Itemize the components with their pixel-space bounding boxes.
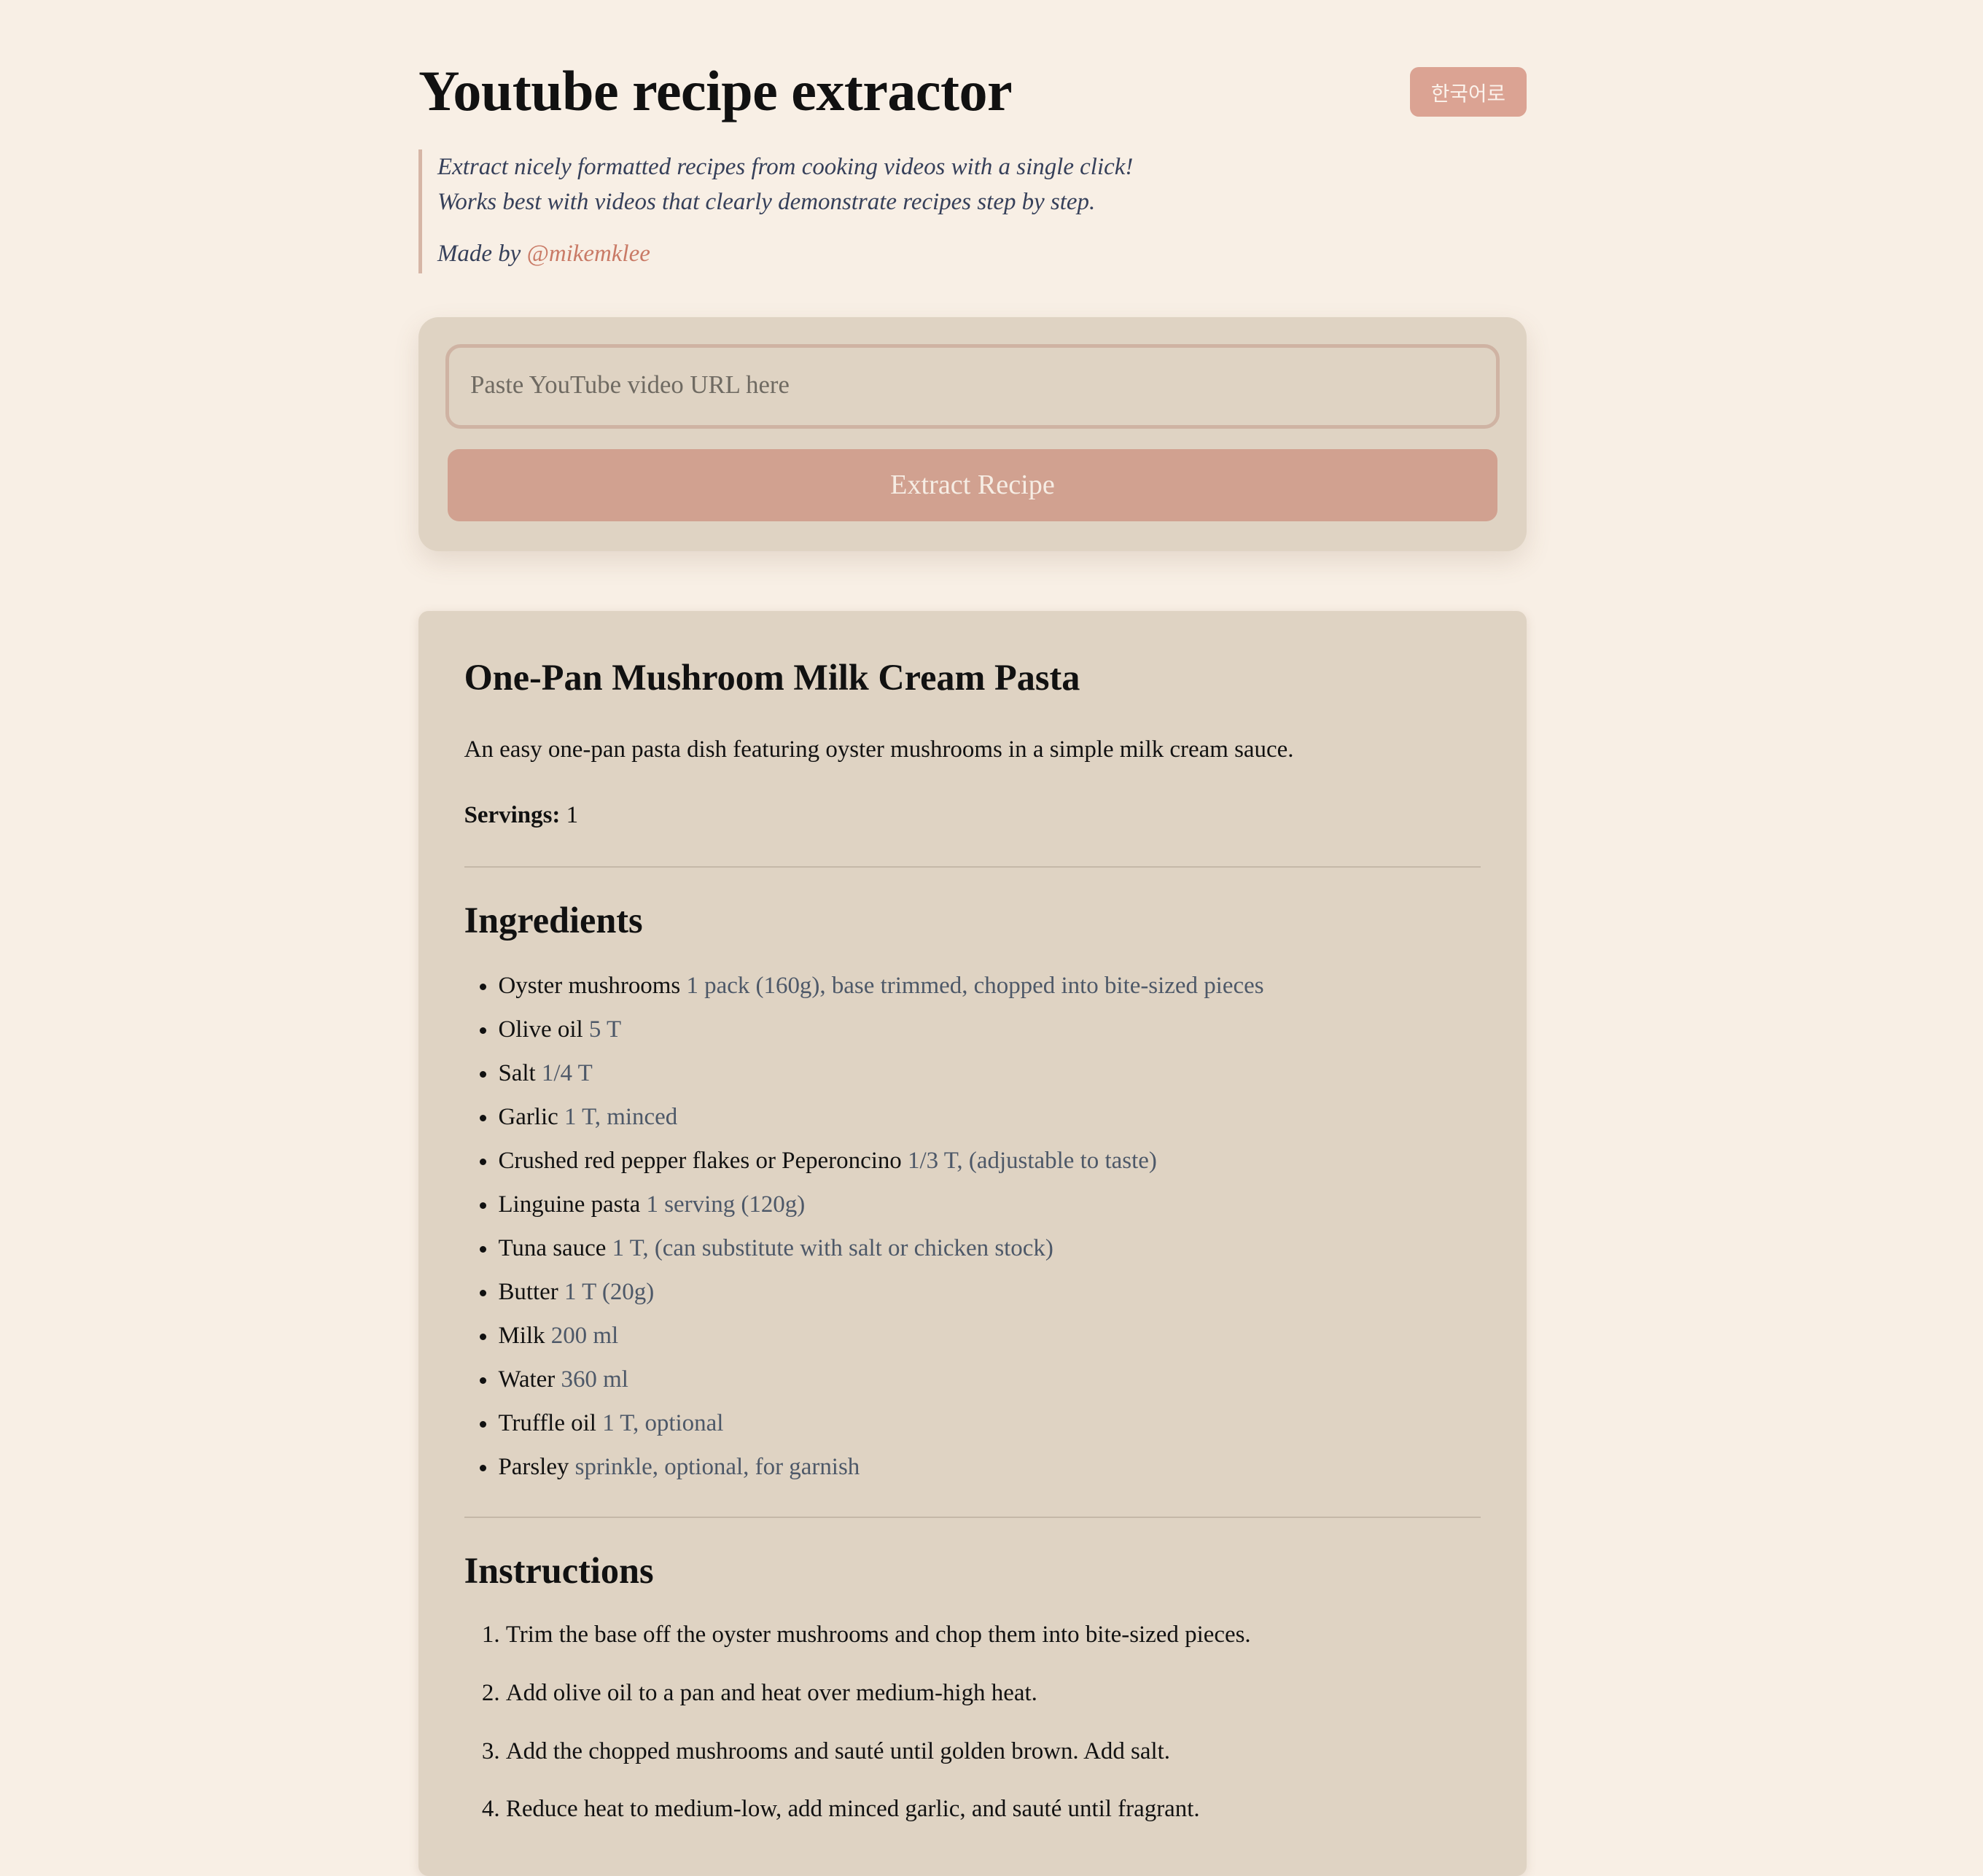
ingredient-item: Butter 1 T (20g) [498, 1277, 1263, 1321]
made-by-label: Made by [437, 241, 521, 268]
ingredient-amount: 1 pack (160g), base trimmed, chopped int… [686, 973, 1264, 1000]
ingredient-amount: 1 serving (120g) [646, 1191, 806, 1218]
ingredient-amount: 1/3 T, (adjustable to taste) [908, 1148, 1157, 1175]
ingredient-name: Milk [498, 1323, 545, 1350]
instruction-step: Add the chopped mushrooms and sauté unti… [506, 1737, 1251, 1795]
recipe-title: One-Pan Mushroom Milk Cream Pasta [464, 657, 1080, 698]
ingredient-name: Garlic [498, 1104, 558, 1131]
intro-blockquote: Extract nicely formatted recipes from co… [418, 149, 1133, 273]
ingredient-item: Salt 1/4 T [498, 1059, 1263, 1102]
ingredient-item: Garlic 1 T, minced [498, 1102, 1263, 1146]
ingredient-item: Milk 200 ml [498, 1321, 1263, 1365]
ingredient-amount: 1 T, optional [602, 1410, 724, 1437]
author-link[interactable]: @mikemklee [527, 241, 650, 267]
ingredient-item: Linguine pasta 1 serving (120g) [498, 1190, 1263, 1234]
ingredient-name: Linguine pasta [498, 1191, 641, 1218]
ingredient-amount: 1 T, minced [564, 1104, 678, 1131]
made-by: Made by @mikemklee [437, 236, 1133, 272]
extract-form: Paste YouTube video URL here Extract Rec… [418, 317, 1527, 552]
ingredient-amount: 360 ml [561, 1366, 628, 1393]
ingredient-item: Crushed red pepper flakes or Peperoncino… [498, 1146, 1263, 1190]
ingredient-amount: 1/4 T [541, 1060, 593, 1087]
url-placeholder: Paste YouTube video URL here [470, 370, 790, 400]
page-title: Youtube recipe extractor [418, 58, 1013, 122]
ingredient-name: Crushed red pepper flakes or Peperoncino [498, 1148, 902, 1175]
instruction-step: Add olive oil to a pan and heat over med… [506, 1678, 1251, 1737]
ingredients-heading: Ingredients [464, 900, 643, 941]
ingredient-item: Water 360 ml [498, 1365, 1263, 1409]
recipe-description: An easy one-pan pasta dish featuring oys… [464, 736, 1294, 763]
divider [464, 866, 1481, 868]
ingredient-item: Parsley sprinkle, optional, for garnish [498, 1452, 1263, 1496]
ingredients-list: Oyster mushrooms 1 pack (160g), base tri… [464, 971, 1263, 1496]
divider [464, 1516, 1481, 1518]
ingredient-amount: sprinkle, optional, for garnish [574, 1454, 860, 1481]
ingredient-item: Oyster mushrooms 1 pack (160g), base tri… [498, 971, 1263, 1015]
instruction-step: Trim the base off the oyster mushrooms a… [506, 1620, 1251, 1678]
ingredient-name: Oyster mushrooms [498, 973, 681, 1000]
servings-label: Servings: [464, 801, 561, 828]
servings: Servings: 1 [464, 802, 578, 829]
intro-line: Extract nicely formatted recipes from co… [437, 153, 1134, 180]
instruction-step: Reduce heat to medium-low, add minced ga… [506, 1794, 1251, 1853]
ingredient-amount: 5 T [588, 1016, 622, 1043]
ingredient-amount: 1 T (20g) [564, 1279, 655, 1306]
instructions-list: Trim the base off the oyster mushrooms a… [464, 1620, 1251, 1853]
ingredient-name: Butter [498, 1279, 558, 1306]
intro-line: Works best with videos that clearly demo… [437, 189, 1096, 216]
ingredient-name: Salt [498, 1060, 536, 1087]
ingredient-name: Olive oil [498, 1016, 583, 1043]
ingredient-name: Parsley [498, 1454, 569, 1481]
instructions-heading: Instructions [464, 1550, 654, 1591]
servings-value: 1 [566, 801, 579, 828]
ingredient-amount: 200 ml [550, 1323, 619, 1350]
recipe-card: One-Pan Mushroom Milk Cream Pasta An eas… [418, 610, 1527, 1876]
ingredient-item: Olive oil 5 T [498, 1015, 1263, 1059]
ingredient-name: Water [498, 1366, 556, 1393]
extract-recipe-button[interactable]: Extract Recipe [448, 448, 1497, 521]
ingredient-item: Tuna sauce 1 T, (can substitute with sal… [498, 1234, 1263, 1277]
ingredient-name: Truffle oil [498, 1410, 596, 1437]
url-input[interactable]: Paste YouTube video URL here [445, 343, 1500, 429]
language-toggle-button[interactable]: 한국어로 [1410, 66, 1527, 117]
ingredient-amount: 1 T, (can substitute with salt or chicke… [612, 1235, 1053, 1262]
ingredient-name: Tuna sauce [498, 1235, 607, 1262]
ingredient-item: Truffle oil 1 T, optional [498, 1409, 1263, 1452]
